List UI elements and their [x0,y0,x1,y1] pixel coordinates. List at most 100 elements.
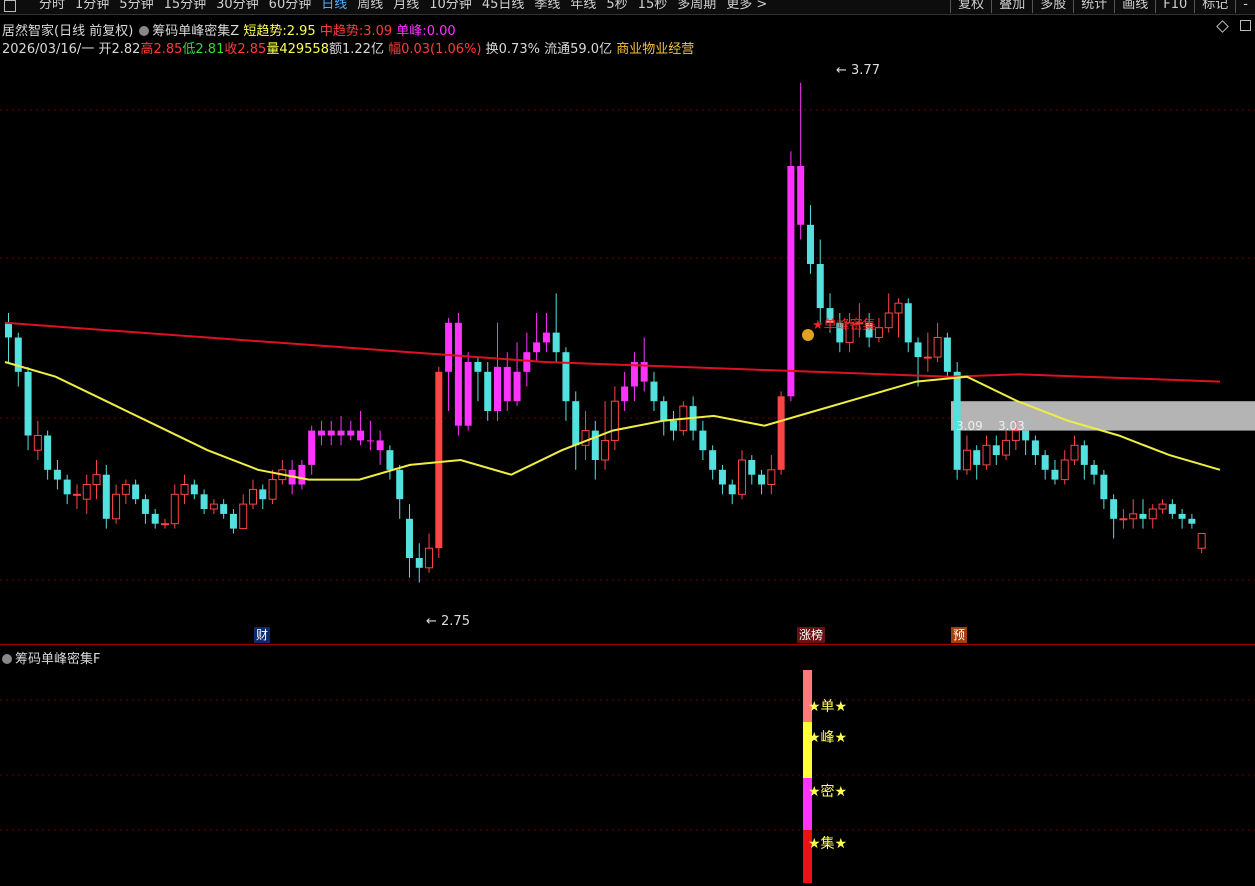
candle-body [1060,459,1069,481]
candle-body [1002,439,1011,456]
subchart-header: 筹码单峰密集F [2,648,100,667]
candle-body [660,401,668,421]
candle-body [1178,513,1186,519]
candle-body [180,484,189,495]
candle-body [552,332,560,353]
tag-financial[interactable]: 财 [254,627,271,643]
candle-body [1168,504,1176,514]
candle-body [601,439,610,461]
candle-body [1110,499,1118,519]
candle-body [357,430,365,441]
candle-body [797,166,805,225]
candle-body [1070,444,1079,461]
candle-body [33,435,42,451]
candle-body [1119,518,1128,521]
candle-body [160,523,169,526]
candle-body [53,469,61,480]
candle-body [112,493,121,520]
candle-body [347,430,355,436]
candle-body [220,504,228,514]
candle-body [533,342,541,353]
candle-body [728,484,736,495]
candle-body [327,430,335,436]
candle-body [268,479,277,500]
candle-body [464,362,472,426]
candle-body [914,342,922,358]
candlestick-chart[interactable]: ← 3.77 ← 2.75 ★单峰密集 3.09 3.03 ★单★ ★峰★ ★密★ ★集★ [0,0,1255,886]
candle-body [610,400,619,441]
candle-body [523,352,531,372]
candle-body [1197,533,1206,549]
sub-label-0: ★单★ [808,699,847,715]
candle-body [484,371,492,411]
candle-body [5,322,12,338]
candle-body [562,352,570,402]
candle-body [200,494,208,509]
candle-body [962,449,971,471]
candle-body [718,469,726,485]
candle-body [190,484,198,495]
candle-body [1090,464,1098,475]
candle-body [758,474,766,485]
candle-body [1148,508,1157,520]
candle-body [738,459,746,495]
candle-body [699,430,707,451]
candle-body [650,381,658,402]
candle-body [513,371,521,402]
tag-forecast[interactable]: 预 [951,627,968,643]
candle-body [454,322,462,426]
candle-body [337,430,345,436]
candle-body [1139,513,1147,519]
signal-label: ★单峰密集 [812,317,876,333]
candle-body [249,488,257,505]
candle-body [72,493,81,496]
candle-body [1041,455,1049,470]
tag-top-gainer[interactable]: 涨榜 [797,627,826,643]
candle-body [1080,445,1088,465]
candle-body [474,362,482,372]
candle-body [405,518,413,558]
sub-label-3: ★集★ [808,835,847,852]
candle-body [767,469,776,485]
candle-body [229,513,237,529]
candle-body [376,440,384,451]
candle-body [503,366,511,402]
candle-body [806,224,814,264]
candle-body [494,366,501,411]
candle-body [239,503,248,530]
candle-body [1158,503,1167,510]
candle-body [904,303,912,343]
candle-body [425,547,434,569]
candle-body [894,302,903,314]
chip-zone-box [951,401,1255,431]
subchart-toggle-icon[interactable] [2,654,12,664]
candle-body [923,356,932,359]
candle-body [581,430,590,446]
candle-body [816,264,824,309]
candle-body [415,558,423,568]
candle-body [1031,440,1039,456]
candle-body [435,371,443,549]
candle-body [170,493,179,525]
candle-body [102,474,110,519]
sub-label-1: ★峰★ [808,730,847,746]
candle-body [82,484,91,500]
candle-body [259,489,267,500]
candle-body [884,312,893,329]
candle-body [777,396,785,470]
candle-body [209,503,218,510]
ma-value-1: 3.09 [956,419,983,433]
candle-body [141,499,149,514]
candle-body [973,450,981,465]
candle-body [298,464,306,485]
candle-body [1188,518,1196,524]
ma-red-line [4,321,1221,383]
candle-body [151,513,159,524]
candle-body [92,474,101,486]
candle-body [982,444,991,466]
candle-body [542,332,550,343]
subchart-title[interactable]: 筹码单峰密集F [15,652,100,667]
candle-body [572,401,580,446]
candle-body [317,430,325,436]
candle-body [132,484,140,500]
